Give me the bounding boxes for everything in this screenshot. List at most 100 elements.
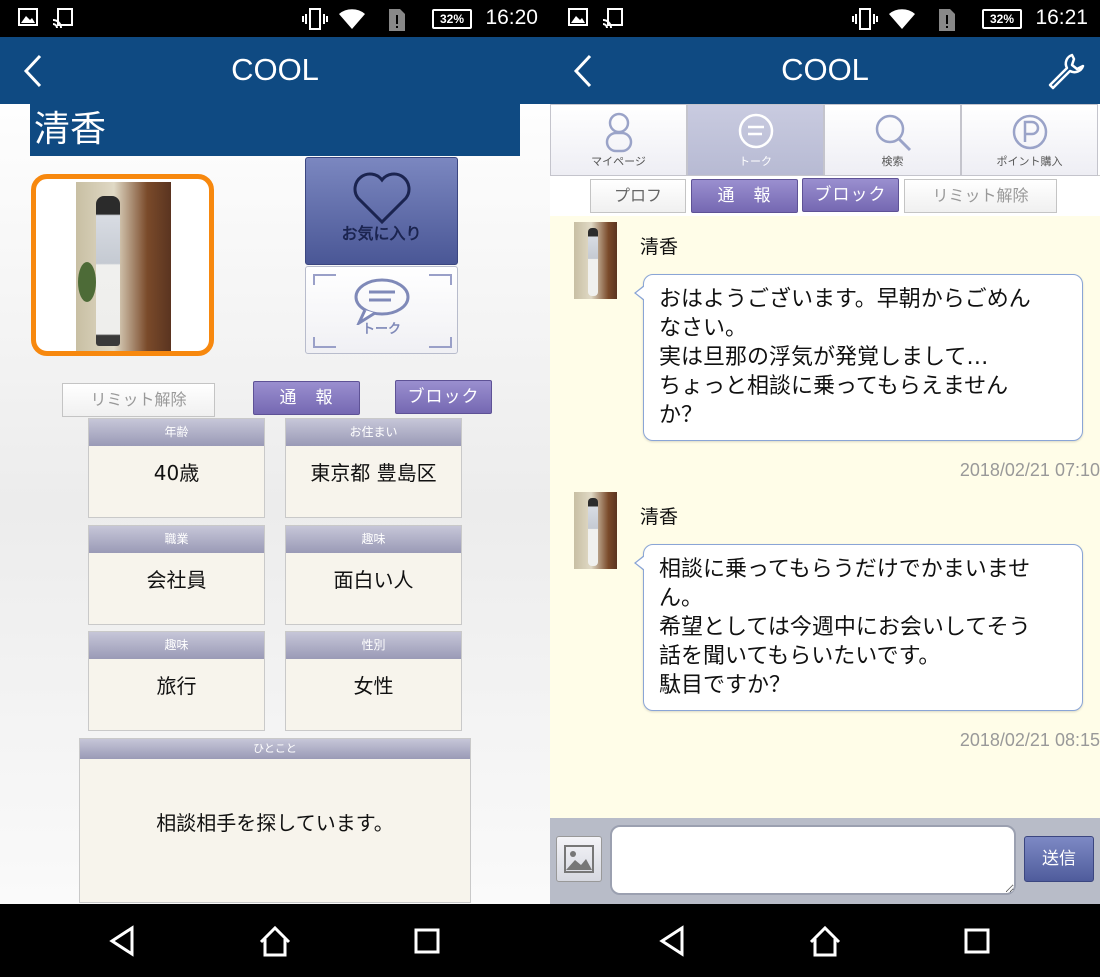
block-button[interactable]: ブロック [802,178,899,212]
navigation-bar [550,904,1100,977]
info-label: 年齢 [89,419,264,446]
tab-search[interactable]: 検索 [824,104,961,176]
image-icon [564,845,594,873]
send-button[interactable]: 送信 [1024,836,1094,882]
profile-screen: 32% 16:20 COOL 清香 お気に入り トーク リミット解除 通 報 ブ… [0,0,550,977]
info-value: 女性 [353,674,394,698]
tab-mypage[interactable]: マイページ [550,104,687,176]
nav-back-icon[interactable] [656,924,690,958]
tab-label: マイページ [591,155,646,168]
message-bubble: おはようございます。早朝からごめん なさい。 実は旦那の浮気が発覚しまして… ち… [634,274,1083,441]
sim-alert-icon [389,9,405,31]
message-sender: 清香 [640,236,679,258]
favorite-button[interactable]: お気に入り [305,157,458,265]
info-value: 旅行 [156,674,197,698]
info-card-age: 年齢 40歳 [88,418,265,518]
info-label: 性別 [286,632,461,659]
hitokoto-value: 相談相手を探しています。 [156,811,394,835]
info-label: お住まい [286,419,461,446]
info-value: 会社員 [146,568,207,592]
report-button[interactable]: 通 報 [691,179,798,213]
profile-photo[interactable] [31,174,214,356]
info-label: 趣味 [286,526,461,553]
wifi-icon [339,9,365,29]
nav-back-icon[interactable] [106,924,140,958]
vibrate-icon [302,8,328,30]
report-button[interactable]: 通 報 [253,381,360,415]
gallery-notification-icon [18,8,38,26]
attach-image-button[interactable] [556,836,602,882]
tab-talk[interactable]: トーク [687,104,824,176]
info-card-occupation: 職業 会社員 [88,525,265,625]
status-bar: 32% 16:21 [550,0,1100,37]
hitokoto-label: ひとこと [80,739,470,759]
wrench-icon[interactable] [1046,51,1086,91]
chat-screen: 32% 16:21 COOL マイページ トーク 検索 ポイント購入 プロフ 通… [550,0,1100,977]
tab-label: トーク [739,155,772,168]
limit-release-button[interactable]: リミット解除 [62,383,215,417]
info-card-residence: お住まい 東京都 豊島区 [285,418,462,518]
profile-content: 清香 お気に入り トーク リミット解除 通 報 ブロック 年齢 40歳 お住まい… [0,104,550,904]
profile-name: 清香 [30,104,520,156]
message-timestamp: 2018/02/21 08:15 [959,730,1100,750]
message-timestamp: 2018/02/21 07:10 [959,460,1100,480]
info-label: 職業 [89,526,264,553]
app-bar: COOL [0,37,550,104]
message-input[interactable] [610,825,1016,895]
limit-release-button[interactable]: リミット解除 [904,179,1057,213]
main-tabs: マイページ トーク 検索 ポイント購入 [550,104,1100,176]
tab-label: ポイント購入 [996,155,1063,168]
app-bar: COOL [550,37,1100,104]
message-line: 駄目ですか？ [659,673,792,698]
info-value: 40歳 [153,461,200,485]
avatar[interactable] [574,492,617,569]
message-bubble: 相談に乗ってもらうだけでかまいませ ん。 希望としては今週中にお会いしてそう 話… [634,544,1083,711]
info-card-gender: 性別 女性 [285,631,462,731]
battery-indicator: 32% [432,9,472,29]
person-icon [605,112,632,153]
chat-sub-buttons: プロフ 通 報 ブロック リミット解除 [550,176,1100,216]
tab-point-purchase[interactable]: ポイント購入 [961,104,1098,176]
nav-recents-icon[interactable] [410,924,444,958]
photo-person [96,196,120,346]
message-line: おはようございます。早朝からごめん [659,287,1031,312]
talk-label: トーク [361,322,401,337]
message-line: 相談に乗ってもらうだけでかまいませ [659,557,1031,582]
vibrate-icon [852,8,878,30]
speech-bubble-icon [738,113,773,149]
message-line: か？ [659,403,704,428]
message-input-bar: 送信 [550,818,1100,904]
message-line: 話を聞いてもらいたいです。 [659,644,941,669]
info-label: 趣味 [89,632,264,659]
nav-recents-icon[interactable] [960,924,994,958]
talk-button[interactable]: トーク [305,266,458,354]
cast-icon [52,8,73,29]
message-sender: 清香 [640,506,679,528]
cast-icon [602,8,623,29]
tab-label: 検索 [881,155,904,168]
profile-button[interactable]: プロフ [590,179,686,213]
wifi-icon [889,9,915,29]
nav-home-icon[interactable] [808,924,842,958]
avatar[interactable] [574,222,617,299]
nav-home-icon[interactable] [258,924,292,958]
profile-photo-image [76,182,171,351]
clock: 16:20 [485,6,538,29]
navigation-bar [0,904,550,977]
clock: 16:21 [1035,6,1088,29]
message-line: 実は旦那の浮気が発覚しまして… [659,345,989,370]
battery-indicator: 32% [982,9,1022,29]
block-button[interactable]: ブロック [395,380,492,414]
app-title: COOL [231,52,319,87]
sim-alert-icon [939,9,955,31]
info-card-hobby-2: 趣味 旅行 [88,631,265,731]
info-value: 東京都 豊島区 [310,461,437,485]
info-value: 面白い人 [333,568,414,592]
chat-content: マイページ トーク 検索 ポイント購入 プロフ 通 報 ブロック リミット解除 [550,104,1100,818]
photo-plant [78,262,96,302]
gallery-notification-icon [568,8,588,26]
point-icon [1012,114,1047,150]
info-card-hobby-1: 趣味 面白い人 [285,525,462,625]
favorite-label: お気に入り [341,224,422,243]
message-line: ちょっと相談に乗ってもらえません [659,374,1009,399]
